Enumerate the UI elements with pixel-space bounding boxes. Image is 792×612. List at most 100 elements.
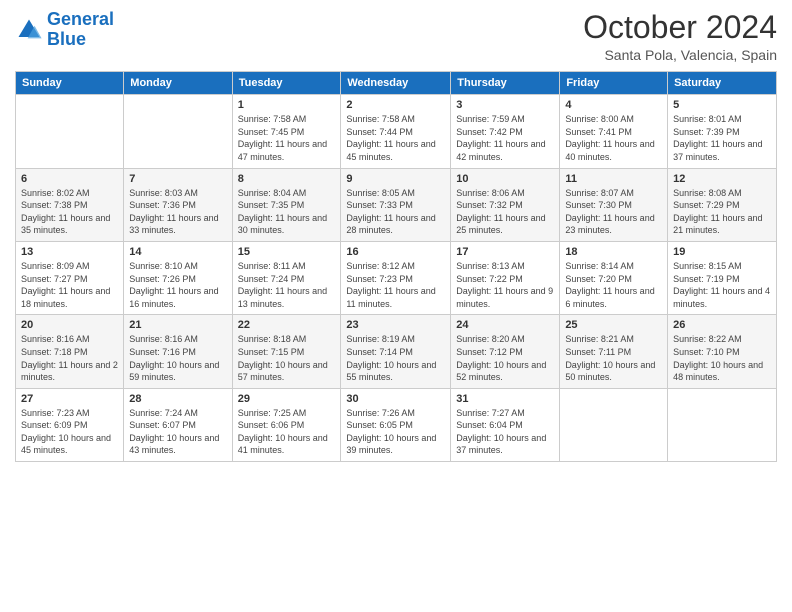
- page: General Blue October 2024 Santa Pola, Va…: [0, 0, 792, 612]
- day-detail: Sunrise: 8:02 AMSunset: 7:38 PMDaylight:…: [21, 187, 118, 237]
- day-number: 24: [456, 319, 554, 331]
- table-row: 16 Sunrise: 8:12 AMSunset: 7:23 PMDaylig…: [341, 241, 451, 314]
- day-detail: Sunrise: 7:59 AMSunset: 7:42 PMDaylight:…: [456, 113, 554, 163]
- table-row: 29 Sunrise: 7:25 AMSunset: 6:06 PMDaylig…: [232, 388, 341, 461]
- day-number: 20: [21, 319, 118, 331]
- day-detail: Sunrise: 8:01 AMSunset: 7:39 PMDaylight:…: [673, 113, 771, 163]
- header: General Blue October 2024 Santa Pola, Va…: [15, 10, 777, 63]
- day-number: 23: [346, 319, 445, 331]
- day-detail: Sunrise: 8:20 AMSunset: 7:12 PMDaylight:…: [456, 333, 554, 383]
- table-row: 31 Sunrise: 7:27 AMSunset: 6:04 PMDaylig…: [451, 388, 560, 461]
- day-number: 5: [673, 99, 771, 111]
- calendar-table: Sunday Monday Tuesday Wednesday Thursday…: [15, 71, 777, 462]
- calendar-row-4: 27 Sunrise: 7:23 AMSunset: 6:09 PMDaylig…: [16, 388, 777, 461]
- day-number: 2: [346, 99, 445, 111]
- day-detail: Sunrise: 8:13 AMSunset: 7:22 PMDaylight:…: [456, 260, 554, 310]
- table-row: 10 Sunrise: 8:06 AMSunset: 7:32 PMDaylig…: [451, 168, 560, 241]
- day-detail: Sunrise: 8:12 AMSunset: 7:23 PMDaylight:…: [346, 260, 445, 310]
- day-detail: Sunrise: 7:58 AMSunset: 7:44 PMDaylight:…: [346, 113, 445, 163]
- day-detail: Sunrise: 8:07 AMSunset: 7:30 PMDaylight:…: [565, 187, 662, 237]
- day-number: 4: [565, 99, 662, 111]
- day-number: 21: [129, 319, 226, 331]
- day-detail: Sunrise: 7:24 AMSunset: 6:07 PMDaylight:…: [129, 407, 226, 457]
- logo-text: General Blue: [47, 10, 114, 50]
- logo-blue: Blue: [47, 29, 86, 49]
- table-row: 7 Sunrise: 8:03 AMSunset: 7:36 PMDayligh…: [124, 168, 232, 241]
- day-detail: Sunrise: 8:15 AMSunset: 7:19 PMDaylight:…: [673, 260, 771, 310]
- day-detail: Sunrise: 8:03 AMSunset: 7:36 PMDaylight:…: [129, 187, 226, 237]
- table-row: 8 Sunrise: 8:04 AMSunset: 7:35 PMDayligh…: [232, 168, 341, 241]
- table-row: 11 Sunrise: 8:07 AMSunset: 7:30 PMDaylig…: [560, 168, 668, 241]
- day-detail: Sunrise: 8:04 AMSunset: 7:35 PMDaylight:…: [238, 187, 336, 237]
- calendar-row-2: 13 Sunrise: 8:09 AMSunset: 7:27 PMDaylig…: [16, 241, 777, 314]
- day-detail: Sunrise: 7:27 AMSunset: 6:04 PMDaylight:…: [456, 407, 554, 457]
- table-row: 15 Sunrise: 8:11 AMSunset: 7:24 PMDaylig…: [232, 241, 341, 314]
- day-number: 29: [238, 393, 336, 405]
- day-number: 28: [129, 393, 226, 405]
- day-number: 31: [456, 393, 554, 405]
- day-number: 6: [21, 173, 118, 185]
- day-number: 26: [673, 319, 771, 331]
- day-number: 27: [21, 393, 118, 405]
- table-row: 1 Sunrise: 7:58 AMSunset: 7:45 PMDayligh…: [232, 95, 341, 168]
- col-monday: Monday: [124, 72, 232, 95]
- table-row: [124, 95, 232, 168]
- day-number: 25: [565, 319, 662, 331]
- day-detail: Sunrise: 8:09 AMSunset: 7:27 PMDaylight:…: [21, 260, 118, 310]
- table-row: 19 Sunrise: 8:15 AMSunset: 7:19 PMDaylig…: [668, 241, 777, 314]
- day-number: 3: [456, 99, 554, 111]
- day-detail: Sunrise: 7:25 AMSunset: 6:06 PMDaylight:…: [238, 407, 336, 457]
- day-detail: Sunrise: 8:05 AMSunset: 7:33 PMDaylight:…: [346, 187, 445, 237]
- day-number: 18: [565, 246, 662, 258]
- day-detail: Sunrise: 8:16 AMSunset: 7:18 PMDaylight:…: [21, 333, 118, 383]
- title-block: October 2024 Santa Pola, Valencia, Spain: [583, 10, 777, 63]
- day-number: 7: [129, 173, 226, 185]
- table-row: 24 Sunrise: 8:20 AMSunset: 7:12 PMDaylig…: [451, 315, 560, 388]
- day-detail: Sunrise: 8:08 AMSunset: 7:29 PMDaylight:…: [673, 187, 771, 237]
- table-row: 17 Sunrise: 8:13 AMSunset: 7:22 PMDaylig…: [451, 241, 560, 314]
- day-detail: Sunrise: 8:19 AMSunset: 7:14 PMDaylight:…: [346, 333, 445, 383]
- day-number: 14: [129, 246, 226, 258]
- day-detail: Sunrise: 8:00 AMSunset: 7:41 PMDaylight:…: [565, 113, 662, 163]
- col-tuesday: Tuesday: [232, 72, 341, 95]
- col-sunday: Sunday: [16, 72, 124, 95]
- day-detail: Sunrise: 7:26 AMSunset: 6:05 PMDaylight:…: [346, 407, 445, 457]
- table-row: 18 Sunrise: 8:14 AMSunset: 7:20 PMDaylig…: [560, 241, 668, 314]
- calendar-row-0: 1 Sunrise: 7:58 AMSunset: 7:45 PMDayligh…: [16, 95, 777, 168]
- day-number: 30: [346, 393, 445, 405]
- day-number: 12: [673, 173, 771, 185]
- table-row: 9 Sunrise: 8:05 AMSunset: 7:33 PMDayligh…: [341, 168, 451, 241]
- day-number: 11: [565, 173, 662, 185]
- table-row: 14 Sunrise: 8:10 AMSunset: 7:26 PMDaylig…: [124, 241, 232, 314]
- day-detail: Sunrise: 8:11 AMSunset: 7:24 PMDaylight:…: [238, 260, 336, 310]
- location: Santa Pola, Valencia, Spain: [583, 47, 777, 63]
- table-row: 26 Sunrise: 8:22 AMSunset: 7:10 PMDaylig…: [668, 315, 777, 388]
- day-detail: Sunrise: 8:06 AMSunset: 7:32 PMDaylight:…: [456, 187, 554, 237]
- calendar-row-3: 20 Sunrise: 8:16 AMSunset: 7:18 PMDaylig…: [16, 315, 777, 388]
- day-number: 16: [346, 246, 445, 258]
- table-row: 20 Sunrise: 8:16 AMSunset: 7:18 PMDaylig…: [16, 315, 124, 388]
- table-row: 30 Sunrise: 7:26 AMSunset: 6:05 PMDaylig…: [341, 388, 451, 461]
- day-detail: Sunrise: 8:22 AMSunset: 7:10 PMDaylight:…: [673, 333, 771, 383]
- day-number: 10: [456, 173, 554, 185]
- table-row: 23 Sunrise: 8:19 AMSunset: 7:14 PMDaylig…: [341, 315, 451, 388]
- table-row: 13 Sunrise: 8:09 AMSunset: 7:27 PMDaylig…: [16, 241, 124, 314]
- day-detail: Sunrise: 8:14 AMSunset: 7:20 PMDaylight:…: [565, 260, 662, 310]
- table-row: 28 Sunrise: 7:24 AMSunset: 6:07 PMDaylig…: [124, 388, 232, 461]
- day-number: 13: [21, 246, 118, 258]
- col-saturday: Saturday: [668, 72, 777, 95]
- col-friday: Friday: [560, 72, 668, 95]
- month-title: October 2024: [583, 10, 777, 45]
- logo: General Blue: [15, 10, 114, 50]
- table-row: [668, 388, 777, 461]
- day-number: 17: [456, 246, 554, 258]
- table-row: 21 Sunrise: 8:16 AMSunset: 7:16 PMDaylig…: [124, 315, 232, 388]
- calendar-header-row: Sunday Monday Tuesday Wednesday Thursday…: [16, 72, 777, 95]
- day-detail: Sunrise: 7:58 AMSunset: 7:45 PMDaylight:…: [238, 113, 336, 163]
- table-row: 27 Sunrise: 7:23 AMSunset: 6:09 PMDaylig…: [16, 388, 124, 461]
- col-wednesday: Wednesday: [341, 72, 451, 95]
- day-detail: Sunrise: 8:21 AMSunset: 7:11 PMDaylight:…: [565, 333, 662, 383]
- day-detail: Sunrise: 8:10 AMSunset: 7:26 PMDaylight:…: [129, 260, 226, 310]
- table-row: [16, 95, 124, 168]
- col-thursday: Thursday: [451, 72, 560, 95]
